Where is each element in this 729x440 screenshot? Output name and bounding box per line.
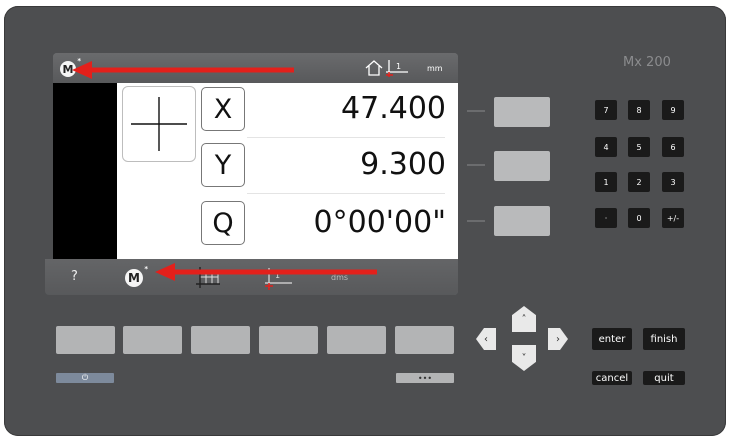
key-9[interactable]: 9	[662, 100, 684, 120]
finish-button[interactable]: finish	[643, 328, 685, 350]
axis-y-value: 9.300	[360, 147, 446, 182]
axis-indicator-dash	[467, 164, 485, 166]
datum-icon[interactable]: 1	[385, 59, 409, 77]
readout-area: X 47.400 Y 9.300 Q 0°00'00"	[117, 83, 458, 259]
axis-indicator-dash	[467, 110, 485, 112]
soft-key-5[interactable]	[327, 326, 386, 354]
crosshair-button[interactable]	[122, 86, 196, 162]
key-8[interactable]: 8	[628, 100, 650, 120]
axis-zero-button-x[interactable]	[494, 97, 550, 127]
home-icon[interactable]	[365, 60, 383, 76]
crosshair-icon	[131, 97, 187, 151]
key-decimal[interactable]: ·	[595, 208, 617, 228]
left-black-strip	[53, 83, 117, 259]
key-3[interactable]: 3	[662, 172, 684, 192]
annotation-arrow	[155, 263, 377, 281]
key-4[interactable]: 4	[595, 137, 617, 157]
cancel-button[interactable]: cancel	[592, 371, 632, 385]
enter-button[interactable]: enter	[592, 328, 632, 350]
axis-y-button[interactable]: Y	[201, 143, 245, 187]
key-6[interactable]: 6	[662, 137, 684, 157]
key-2[interactable]: 2	[628, 172, 650, 192]
row-separator	[247, 193, 445, 194]
soft-key-6[interactable]	[395, 326, 454, 354]
annotation-arrow	[72, 61, 294, 79]
axis-q-button[interactable]: Q	[201, 201, 245, 245]
soft-key-3[interactable]	[191, 326, 250, 354]
quit-button[interactable]: quit	[643, 371, 685, 385]
lcd-screen: M * 1 mm X 47.400 Y 9.300 Q 0°00'00" ? M…	[45, 53, 458, 295]
key-plus-minus[interactable]: +/-	[662, 208, 684, 228]
model-label: Mx 200	[623, 55, 671, 70]
more-button[interactable]: •••	[396, 373, 454, 383]
measure-mode-icon[interactable]: M *	[125, 265, 148, 287]
mode-badge-letter: M	[128, 271, 140, 285]
soft-key-2[interactable]	[123, 326, 182, 354]
svg-text:1: 1	[396, 62, 401, 71]
help-button[interactable]: ?	[71, 269, 78, 284]
power-button[interactable]: ⏻	[56, 373, 114, 383]
axis-zero-button-y[interactable]	[494, 151, 550, 181]
key-0[interactable]: 0	[628, 208, 650, 228]
key-5[interactable]: 5	[628, 137, 650, 157]
soft-key-4[interactable]	[259, 326, 318, 354]
key-1[interactable]: 1	[595, 172, 617, 192]
axis-x-button[interactable]: X	[201, 87, 245, 131]
axis-indicator-dash	[467, 220, 485, 222]
soft-key-1[interactable]	[56, 326, 115, 354]
unit-label: mm	[427, 64, 443, 73]
mode-badge-sup: *	[144, 265, 148, 273]
axis-q-value: 0°00'00"	[313, 205, 446, 240]
axis-zero-button-q[interactable]	[494, 206, 550, 236]
key-7[interactable]: 7	[595, 100, 617, 120]
row-separator	[247, 137, 445, 138]
axis-x-value: 47.400	[341, 91, 446, 126]
